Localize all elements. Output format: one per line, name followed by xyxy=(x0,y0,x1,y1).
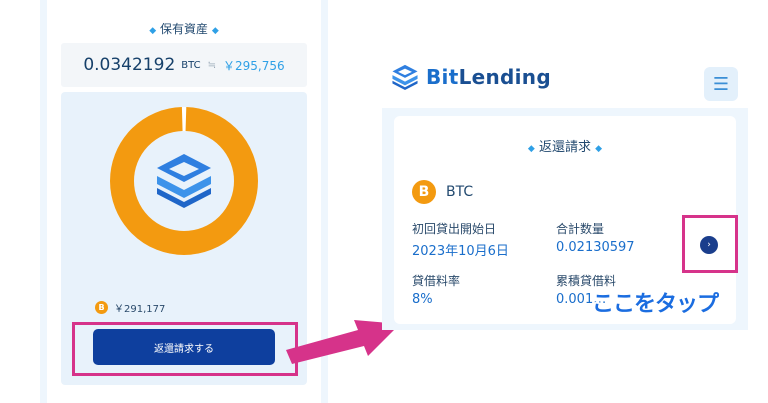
start-date-label: 初回貸出開始日 xyxy=(412,222,497,236)
brand-name: BitLending xyxy=(426,65,551,89)
lending-rate-value: 8% xyxy=(412,292,433,307)
brand-logo[interactable]: BitLending xyxy=(390,64,551,90)
bitcoin-icon: B xyxy=(95,301,108,314)
asset-summary: 0.0342192 BTC ≒ ￥295,756 xyxy=(61,43,307,87)
highlight-return-button xyxy=(72,322,298,376)
total-quantity-label: 合計数量 xyxy=(556,222,605,236)
diamond-icon: ◆ xyxy=(595,144,603,154)
legend-yen-value: ￥291,177 xyxy=(114,304,166,315)
holdings-legend: B ￥291,177 xyxy=(95,300,165,315)
start-date-value: 2023年10月6日 xyxy=(412,244,509,259)
asset-amount: 0.0342192 xyxy=(83,55,176,75)
card-title: ◆ 返還請求 ◆ xyxy=(527,140,603,155)
asset-unit: BTC xyxy=(181,59,201,71)
asset-yen-value: ￥295,756 xyxy=(223,58,285,73)
diamond-icon: ◆ xyxy=(527,144,535,154)
hamburger-menu-button[interactable]: ☰ xyxy=(704,67,738,101)
bitlending-logo-icon xyxy=(392,64,418,90)
bitlending-logo-icon xyxy=(157,154,211,208)
coin-name: BTC xyxy=(446,184,474,200)
tap-here-annotation: ここをタップ xyxy=(590,291,720,319)
highlight-next-button xyxy=(682,215,738,273)
bitcoin-icon: B xyxy=(412,180,436,204)
app-header: BitLending ☰ xyxy=(382,50,748,108)
holdings-title: ◆ 保有資産 ◆ xyxy=(149,22,219,36)
holdings-donut-chart xyxy=(109,106,259,256)
donut-svg xyxy=(110,107,258,255)
total-quantity-value: 0.02130597 xyxy=(556,240,635,255)
coin-row: B BTC xyxy=(412,180,473,204)
lending-rate-label: 貸借料率 xyxy=(412,274,461,288)
approx-symbol: ≒ xyxy=(207,59,217,71)
diamond-icon: ◆ xyxy=(149,26,157,36)
hamburger-icon: ☰ xyxy=(712,73,730,95)
diamond-icon: ◆ xyxy=(211,26,219,36)
